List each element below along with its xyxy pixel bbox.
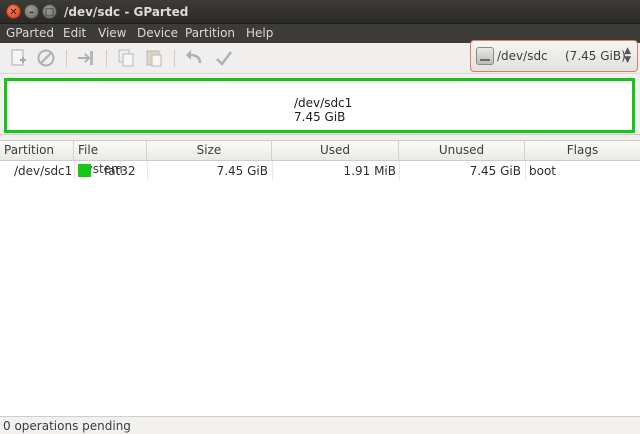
maximize-window-button[interactable]: □ (42, 4, 57, 19)
cell-flags: boot (529, 164, 557, 178)
delete-partition-icon[interactable] (36, 48, 56, 68)
column-header-used[interactable]: Used (272, 141, 399, 161)
menu-edit[interactable]: Edit (63, 26, 86, 41)
minimize-window-button[interactable]: – (24, 4, 39, 19)
partition-block-sdc1[interactable]: /dev/sdc1 7.45 GiB (4, 78, 635, 133)
apply-icon[interactable] (214, 48, 234, 68)
device-name: /dev/sdc (497, 49, 548, 63)
partition-table: Partition File System Size Used Unused F… (0, 140, 640, 416)
gparted-window: ✕ – □ /dev/sdc - GParted GParted Edit Vi… (0, 0, 640, 434)
device-size: (7.45 GiB) (565, 49, 626, 63)
column-header-flags[interactable]: Flags (525, 141, 640, 161)
column-divider (74, 161, 75, 181)
table-row[interactable]: /dev/sdc1 fat32 7.45 GiB 1.91 MiB 7.45 G… (0, 161, 640, 181)
menu-view[interactable]: View (98, 26, 126, 41)
device-selector[interactable]: /dev/sdc (7.45 GiB) ▲ ▼ (470, 40, 638, 72)
copy-icon[interactable] (116, 48, 136, 68)
status-text: 0 operations pending (3, 419, 131, 433)
menu-partition[interactable]: Partition (185, 26, 235, 41)
partition-block-label: /dev/sdc1 7.45 GiB (294, 96, 352, 124)
column-header-size[interactable]: Size (147, 141, 272, 161)
column-divider (272, 161, 273, 181)
cell-size: 7.45 GiB (216, 164, 268, 178)
cell-partition: /dev/sdc1 (14, 164, 73, 178)
menu-help[interactable]: Help (246, 26, 273, 41)
column-divider (525, 161, 526, 181)
paste-icon[interactable] (144, 48, 164, 68)
column-header-file-system[interactable]: File System (74, 141, 147, 176)
title-bar: ✕ – □ /dev/sdc - GParted (0, 0, 640, 24)
partition-block-size: 7.45 GiB (294, 110, 346, 124)
column-header-unused[interactable]: Unused (399, 141, 525, 161)
toolbar-separator (106, 50, 107, 67)
new-partition-icon[interactable] (8, 48, 28, 68)
column-header-partition[interactable]: Partition (0, 141, 74, 161)
close-window-button[interactable]: ✕ (6, 4, 21, 19)
column-divider (147, 161, 148, 181)
cell-filesystem: fat32 (104, 164, 136, 178)
cell-used: 1.91 MiB (343, 164, 396, 178)
drive-icon (476, 47, 494, 65)
toolbar-separator (66, 50, 67, 67)
menu-gparted[interactable]: GParted (6, 26, 54, 41)
menu-device[interactable]: Device (137, 26, 178, 41)
table-header: Partition File System Size Used Unused F… (0, 141, 640, 176)
up-down-arrows-icon: ▲ ▼ (624, 46, 631, 65)
filesystem-color-swatch (78, 164, 91, 177)
cell-unused: 7.45 GiB (469, 164, 521, 178)
partition-block-name: /dev/sdc1 (294, 96, 353, 110)
column-divider (399, 161, 400, 181)
resize-move-icon[interactable] (76, 48, 96, 68)
toolbar-separator (174, 50, 175, 67)
disk-map: /dev/sdc1 7.45 GiB (0, 74, 640, 135)
window-title: /dev/sdc - GParted (64, 5, 189, 19)
status-bar: 0 operations pending (0, 416, 640, 434)
undo-icon[interactable] (184, 48, 204, 68)
